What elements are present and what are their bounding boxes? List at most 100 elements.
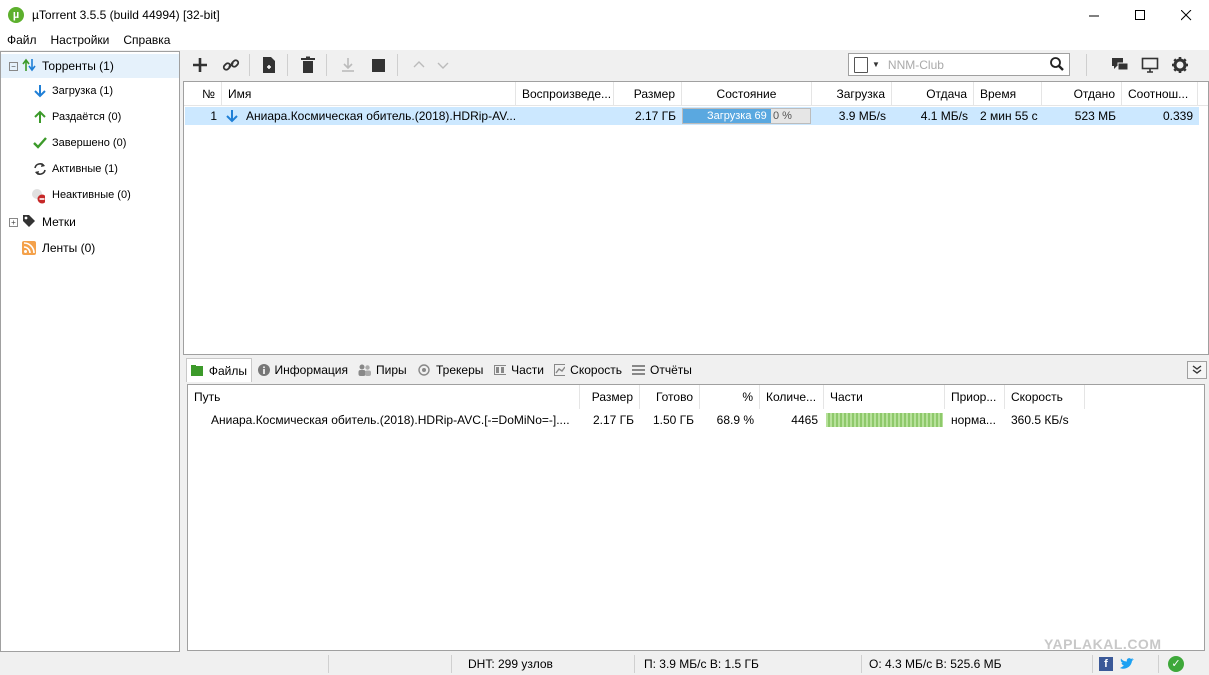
collapse-details-button[interactable]	[1187, 361, 1207, 379]
download-arrow-icon	[33, 84, 47, 98]
maximize-icon	[1134, 9, 1145, 20]
add-from-url-button[interactable]	[218, 53, 244, 77]
sidebar-item-seeding[interactable]: Раздаётся (0)	[1, 105, 179, 129]
remote-button[interactable]	[1137, 53, 1163, 77]
close-button[interactable]	[1163, 0, 1209, 30]
sidebar-item-label: Активные (1)	[52, 163, 118, 175]
torrent-ratio: 0.339	[1162, 109, 1193, 123]
collapse-torrents-toggle[interactable]: −	[9, 62, 18, 71]
settings-button[interactable]	[1167, 53, 1193, 77]
column-header-number[interactable]: №	[184, 82, 222, 106]
sidebar-item-label: Ленты (0)	[42, 241, 96, 255]
column-header-size[interactable]: Размер	[614, 82, 682, 106]
download-arrow-icon	[225, 107, 241, 125]
column-header-ratio[interactable]: Соотнош...	[1122, 82, 1198, 106]
column-header-playback[interactable]: Воспроизведе...	[516, 82, 614, 106]
category-sidebar: − Торренты (1) Загрузка (1) Раздаётся (0…	[0, 51, 180, 652]
window-controls	[1071, 0, 1209, 30]
network-ok-icon[interactable]: ✓	[1168, 656, 1184, 672]
close-icon	[1180, 9, 1191, 20]
menu-settings[interactable]: Настройки	[44, 33, 117, 47]
search-provider-icon[interactable]	[854, 56, 868, 73]
tab-logger[interactable]: Отчёты	[628, 358, 696, 382]
search-input[interactable]	[887, 57, 1048, 72]
logger-icon	[632, 365, 645, 375]
tab-label: Информация	[274, 363, 348, 377]
status-upload[interactable]: О: 4.3 МБ/с В: 525.6 МБ	[869, 653, 1001, 675]
column-header-size[interactable]: Размер	[580, 385, 640, 409]
torrent-progress-bar: Загрузка 69 0 %	[682, 108, 811, 124]
torrent-uploaded: 523 МБ	[1074, 109, 1116, 123]
file-count: 4465	[791, 413, 818, 427]
minimize-button[interactable]	[1071, 0, 1117, 30]
new-file-icon	[263, 57, 275, 73]
file-done: 1.50 ГБ	[652, 413, 694, 427]
create-torrent-button[interactable]	[256, 53, 282, 77]
start-torrent-button[interactable]	[335, 53, 361, 77]
menu-file[interactable]: Файл	[0, 33, 44, 47]
menu-help[interactable]: Справка	[116, 33, 177, 47]
torrents-updown-icon	[22, 58, 36, 72]
torrent-list-header: № Имя Воспроизведе... Размер Состояние З…	[184, 82, 1208, 106]
torrent-name: Аниара.Космическая обитель.(2018).HDRip-…	[246, 109, 517, 123]
column-header-count[interactable]: Количе...	[760, 385, 824, 409]
sidebar-item-downloading[interactable]: Загрузка (1)	[1, 79, 179, 103]
file-size: 2.17 ГБ	[592, 413, 634, 427]
facebook-icon[interactable]: f	[1099, 657, 1113, 671]
tab-label: Файлы	[208, 363, 247, 378]
sidebar-item-label: Неактивные (0)	[52, 189, 131, 201]
sidebar-item-torrents[interactable]: − Торренты (1)	[1, 54, 179, 78]
chevron-up-icon	[413, 61, 425, 68]
plus-icon	[193, 58, 207, 72]
tab-info[interactable]: Информация	[254, 358, 352, 382]
search-provider-dropdown[interactable]: ▼	[872, 60, 880, 69]
column-header-priority[interactable]: Приор...	[945, 385, 1005, 409]
status-download[interactable]: П: 3.9 МБ/с В: 1.5 ГБ	[644, 653, 759, 675]
column-header-status[interactable]: Состояние	[682, 82, 812, 106]
window-title: µTorrent 3.5.5 (build 44994) [32-bit]	[32, 8, 220, 22]
column-header-percent[interactable]: %	[700, 385, 760, 409]
remove-torrent-button[interactable]	[295, 53, 321, 77]
tab-trackers[interactable]: Трекеры	[414, 358, 488, 382]
twitter-icon[interactable]	[1119, 657, 1135, 671]
maximize-button[interactable]	[1117, 0, 1163, 30]
files-list: Путь Размер Готово % Количе... Части При…	[187, 384, 1205, 651]
torrent-row[interactable]: 1 Аниара.Космическая обитель.(2018).HDRi…	[185, 107, 1199, 125]
sidebar-item-feeds[interactable]: Ленты (0)	[1, 236, 179, 260]
column-header-uploaded[interactable]: Отдано	[1042, 82, 1122, 106]
tab-files[interactable]: Файлы	[186, 358, 252, 382]
torrent-status-text: Загрузка 69	[707, 110, 767, 122]
column-header-done[interactable]: Готово	[640, 385, 700, 409]
add-torrent-button[interactable]	[187, 53, 213, 77]
tab-speed[interactable]: Скорость	[550, 358, 626, 382]
chat-button[interactable]	[1107, 53, 1133, 77]
torrent-download-speed: 3.9 МБ/s	[838, 109, 886, 123]
torrent-number: 1	[210, 109, 217, 123]
sidebar-item-active[interactable]: Активные (1)	[1, 157, 179, 181]
column-header-speed[interactable]: Скорость	[1005, 385, 1085, 409]
chevron-down-icon	[437, 62, 449, 69]
expand-labels-toggle[interactable]: +	[9, 218, 18, 227]
move-down-button[interactable]	[430, 53, 456, 77]
status-dht[interactable]: DHT: 299 узлов	[468, 653, 553, 675]
speed-icon	[554, 364, 566, 376]
column-header-pieces[interactable]: Части	[824, 385, 945, 409]
column-header-path[interactable]: Путь	[188, 385, 580, 409]
stop-torrent-button[interactable]	[365, 53, 391, 77]
sidebar-item-completed[interactable]: Завершено (0)	[1, 131, 179, 155]
tab-peers[interactable]: Пиры	[354, 358, 412, 382]
status-bar: DHT: 299 узлов П: 3.9 МБ/с В: 1.5 ГБ О: …	[0, 653, 1209, 675]
column-header-time[interactable]: Время	[974, 82, 1042, 106]
column-header-name[interactable]: Имя	[222, 82, 516, 106]
column-header-download[interactable]: Загрузка	[812, 82, 892, 106]
sidebar-item-labels[interactable]: + Метки	[1, 210, 179, 234]
tab-label: Трекеры	[436, 363, 484, 377]
file-pieces-bar	[826, 413, 943, 427]
column-header-upload[interactable]: Отдача	[892, 82, 974, 106]
move-up-button[interactable]	[406, 53, 432, 77]
tab-pieces[interactable]: Части	[490, 358, 548, 382]
trackers-icon	[418, 364, 430, 376]
sidebar-item-inactive[interactable]: Неактивные (0)	[1, 183, 179, 207]
search-icon[interactable]	[1050, 57, 1064, 71]
search-box[interactable]: ▼	[848, 53, 1070, 76]
